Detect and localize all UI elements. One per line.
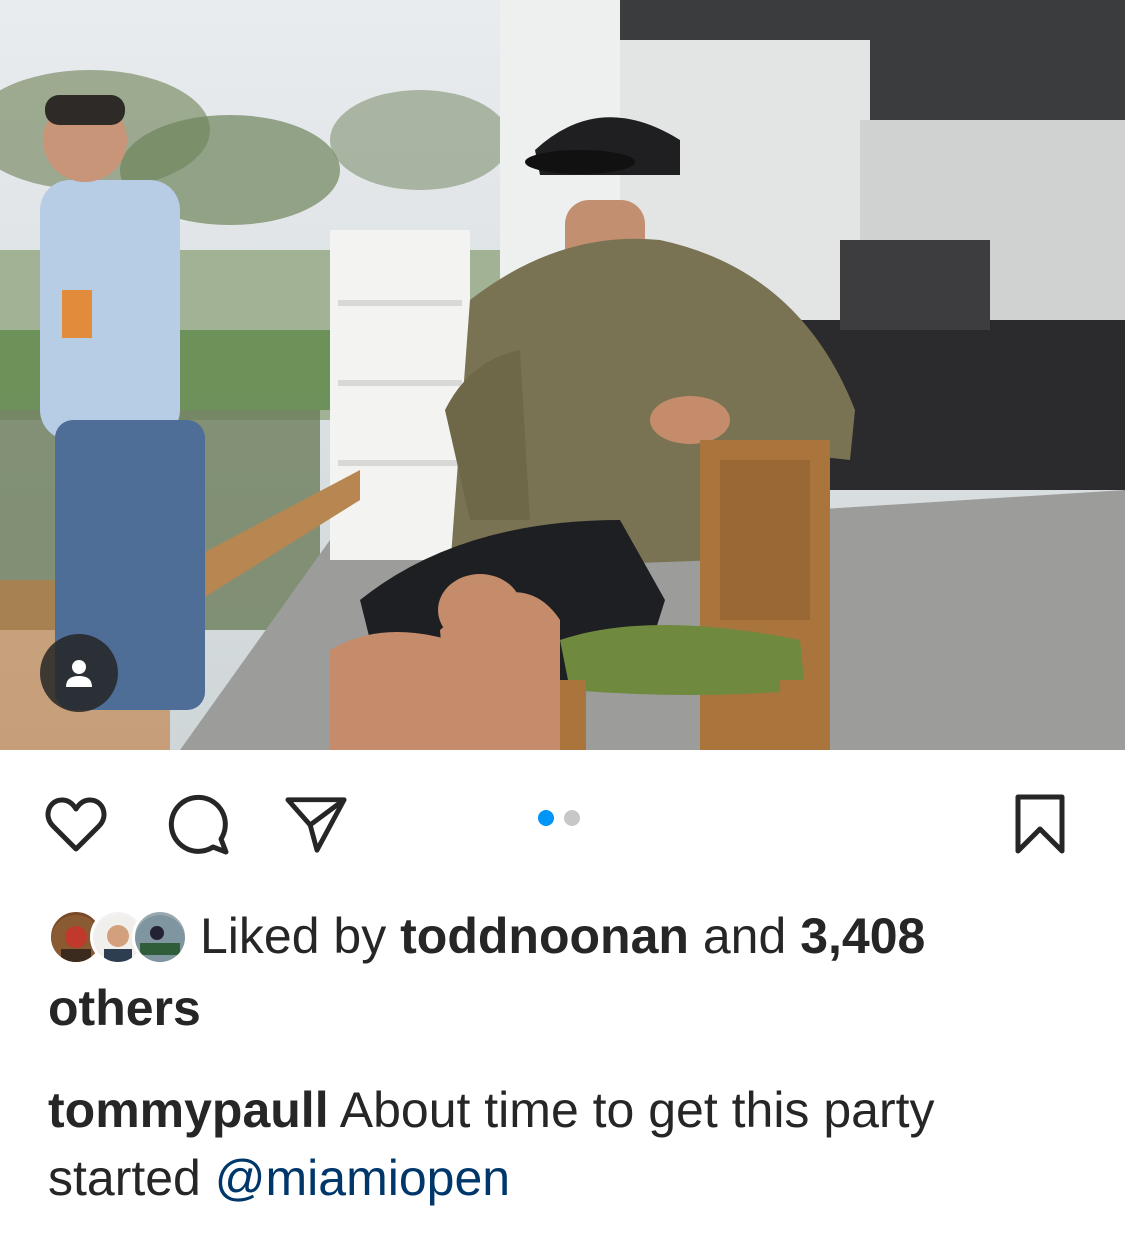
like-button[interactable] bbox=[44, 792, 108, 856]
post-photo[interactable] bbox=[0, 0, 1125, 750]
likes-prefix: Liked by bbox=[200, 908, 387, 964]
carousel-indicator bbox=[538, 810, 580, 826]
post-caption: tommypaull About time to get this party … bbox=[48, 1076, 1088, 1212]
liker-username[interactable]: toddnoonan bbox=[400, 908, 689, 964]
likes-joiner: and bbox=[702, 908, 787, 964]
likes-summary[interactable]: Liked by toddnoonan and 3,408 others bbox=[48, 900, 1088, 1044]
caption-mention[interactable]: @miamiopen bbox=[215, 1150, 510, 1206]
person-icon bbox=[66, 660, 92, 687]
share-button[interactable] bbox=[284, 792, 348, 856]
carousel-dot-2 bbox=[564, 810, 580, 826]
likes-suffix[interactable]: others bbox=[48, 980, 201, 1036]
heart-icon bbox=[45, 797, 107, 852]
carousel-dot-1 bbox=[538, 810, 554, 826]
tag-people-button[interactable] bbox=[40, 634, 118, 712]
avatar[interactable] bbox=[132, 909, 188, 965]
liker-avatars[interactable] bbox=[48, 909, 188, 965]
comment-button[interactable] bbox=[166, 792, 230, 856]
share-icon bbox=[285, 797, 347, 853]
comment-icon bbox=[168, 794, 229, 855]
likes-count[interactable]: 3,408 bbox=[800, 908, 925, 964]
bookmark-icon bbox=[1015, 794, 1065, 854]
save-button[interactable] bbox=[1008, 792, 1072, 856]
caption-username[interactable]: tommypaull bbox=[48, 1082, 329, 1138]
